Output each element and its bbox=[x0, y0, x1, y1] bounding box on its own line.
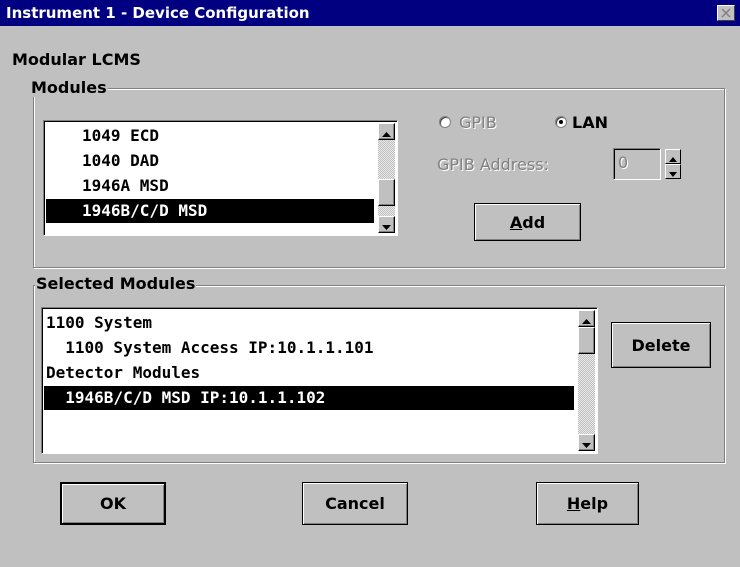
selected-module-item-selected[interactable]: 1946B/C/D MSD IP:10.1.1.102 bbox=[44, 386, 574, 410]
modules-listbox[interactable]: 1049 ECD 1040 DAD 1946A MSD 1946B/C/D MS… bbox=[43, 120, 398, 236]
selected-modules-scrollbar[interactable] bbox=[578, 310, 595, 451]
module-item[interactable]: 1049 ECD bbox=[46, 124, 374, 148]
lan-radio-label: LAN bbox=[572, 113, 608, 132]
ok-button[interactable]: OK bbox=[60, 482, 166, 525]
scroll-up-arrow-icon bbox=[582, 309, 591, 328]
gpib-address-spinner[interactable] bbox=[665, 149, 681, 179]
window-title: Instrument 1 - Device Configuration bbox=[6, 4, 310, 22]
gpib-address-input[interactable]: 0 bbox=[613, 148, 661, 180]
help-button[interactable]: Help bbox=[536, 482, 639, 525]
spin-down-button[interactable] bbox=[665, 164, 681, 179]
selected-modules-group-title: Selected Modules bbox=[35, 274, 197, 293]
close-icon bbox=[718, 6, 734, 20]
scroll-up-arrow-icon bbox=[382, 122, 391, 141]
selected-modules-listbox[interactable]: 1100 System 1100 System Access IP:10.1.1… bbox=[41, 307, 598, 454]
scroll-down-arrow-icon bbox=[382, 215, 391, 234]
help-button-label: Help bbox=[566, 494, 609, 513]
module-item-selected[interactable]: 1946B/C/D MSD bbox=[46, 199, 374, 223]
title-bar[interactable]: Instrument 1 - Device Configuration bbox=[0, 0, 740, 26]
gpib-radio[interactable]: GPIB bbox=[439, 113, 499, 133]
spin-down-icon bbox=[669, 162, 677, 181]
scroll-down-arrow-icon bbox=[582, 433, 591, 452]
selected-module-item[interactable]: 1100 System bbox=[44, 311, 574, 335]
scroll-thumb[interactable] bbox=[378, 179, 395, 206]
delete-button[interactable]: Delete bbox=[611, 322, 711, 368]
modules-scrollbar[interactable] bbox=[378, 123, 395, 233]
gpib-address-label: GPIB Address: bbox=[437, 155, 549, 174]
cancel-button[interactable]: Cancel bbox=[302, 482, 408, 525]
scroll-thumb[interactable] bbox=[578, 327, 595, 354]
instrument-label: Modular LCMS bbox=[12, 50, 141, 69]
scroll-down-button[interactable] bbox=[378, 216, 395, 233]
gpib-radio-label: GPIB bbox=[459, 113, 497, 132]
scroll-up-button[interactable] bbox=[378, 123, 395, 140]
scroll-down-button[interactable] bbox=[578, 434, 595, 451]
add-button[interactable]: Add bbox=[474, 203, 581, 241]
close-button[interactable] bbox=[717, 5, 735, 21]
gpib-radio-circle bbox=[439, 116, 451, 128]
module-item[interactable]: 1946A MSD bbox=[46, 174, 374, 198]
lan-radio-dot bbox=[559, 120, 563, 124]
selected-module-item[interactable]: Detector Modules bbox=[44, 361, 574, 385]
selected-module-item[interactable]: 1100 System Access IP:10.1.1.101 bbox=[44, 336, 574, 360]
scroll-up-button[interactable] bbox=[578, 310, 595, 327]
lan-radio-circle bbox=[555, 116, 567, 128]
module-item[interactable]: 1040 DAD bbox=[46, 149, 374, 173]
lan-radio[interactable]: LAN bbox=[555, 113, 635, 133]
add-button-label: Add bbox=[509, 212, 546, 232]
modules-group-title: Modules bbox=[30, 78, 108, 97]
